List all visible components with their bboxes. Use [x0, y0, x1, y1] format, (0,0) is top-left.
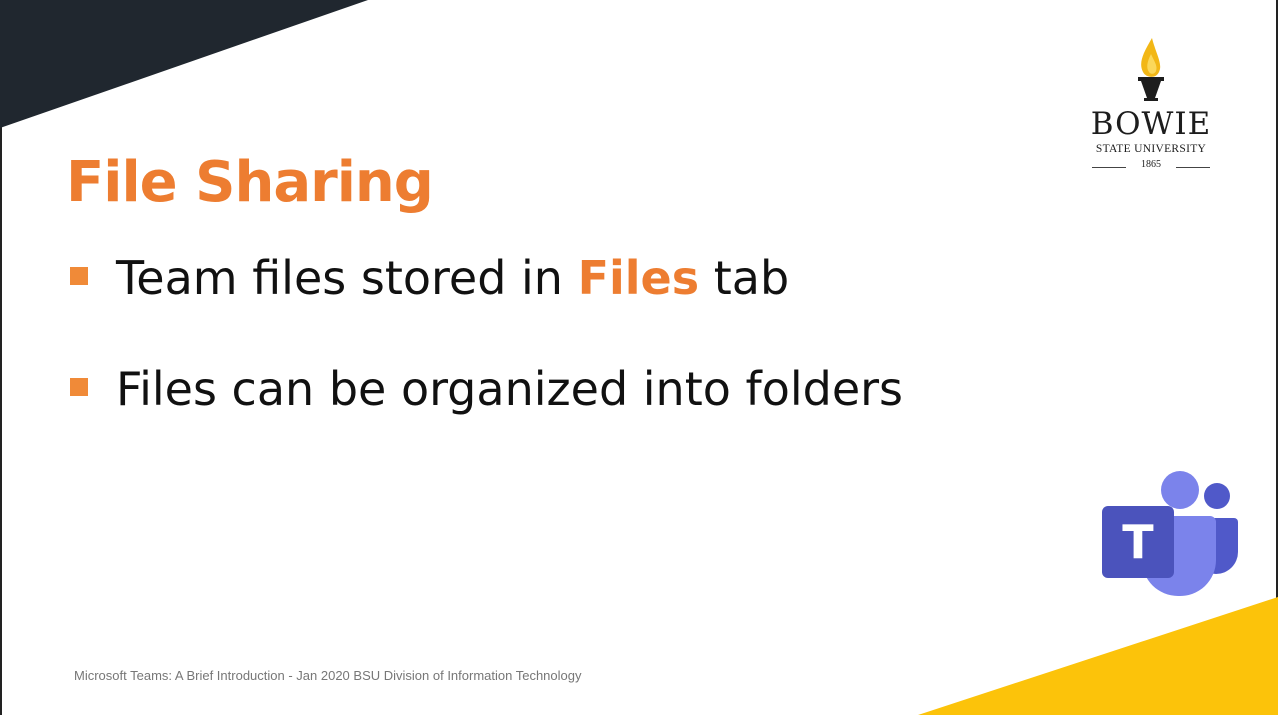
dark-corner-decoration	[0, 0, 368, 128]
slide-title: File Sharing	[66, 150, 434, 215]
bullet-highlight: Files	[577, 251, 700, 305]
logo-divider-right	[1176, 167, 1210, 168]
bullet-text: Team files stored in	[116, 251, 578, 305]
microsoft-teams-icon: T	[1102, 471, 1238, 597]
bullet-marker	[70, 378, 88, 396]
torch-icon	[1138, 38, 1164, 101]
bullet-item: Files can be organized into folders	[70, 361, 903, 417]
teams-letter: T	[1122, 515, 1154, 569]
bowie-state-logo: BOWIE STATE UNIVERSITY 1865	[1086, 36, 1216, 170]
bullet-text: Files can be organized into folders	[116, 362, 904, 416]
bullet-list: Team files stored in Files tab Files can…	[70, 250, 903, 472]
bullet-marker	[70, 267, 88, 285]
slide: File Sharing Team files stored in Files …	[0, 0, 1278, 715]
logo-name: BOWIE	[1090, 106, 1212, 142]
logo-subtitle: STATE UNIVERSITY	[1095, 143, 1207, 155]
bullet-text-end: tab	[699, 251, 790, 305]
slide-footer: Microsoft Teams: A Brief Introduction - …	[74, 668, 582, 683]
logo-year: 1865	[1141, 159, 1161, 170]
gold-corner-decoration	[918, 597, 1278, 715]
bullet-item: Team files stored in Files tab	[70, 250, 903, 306]
